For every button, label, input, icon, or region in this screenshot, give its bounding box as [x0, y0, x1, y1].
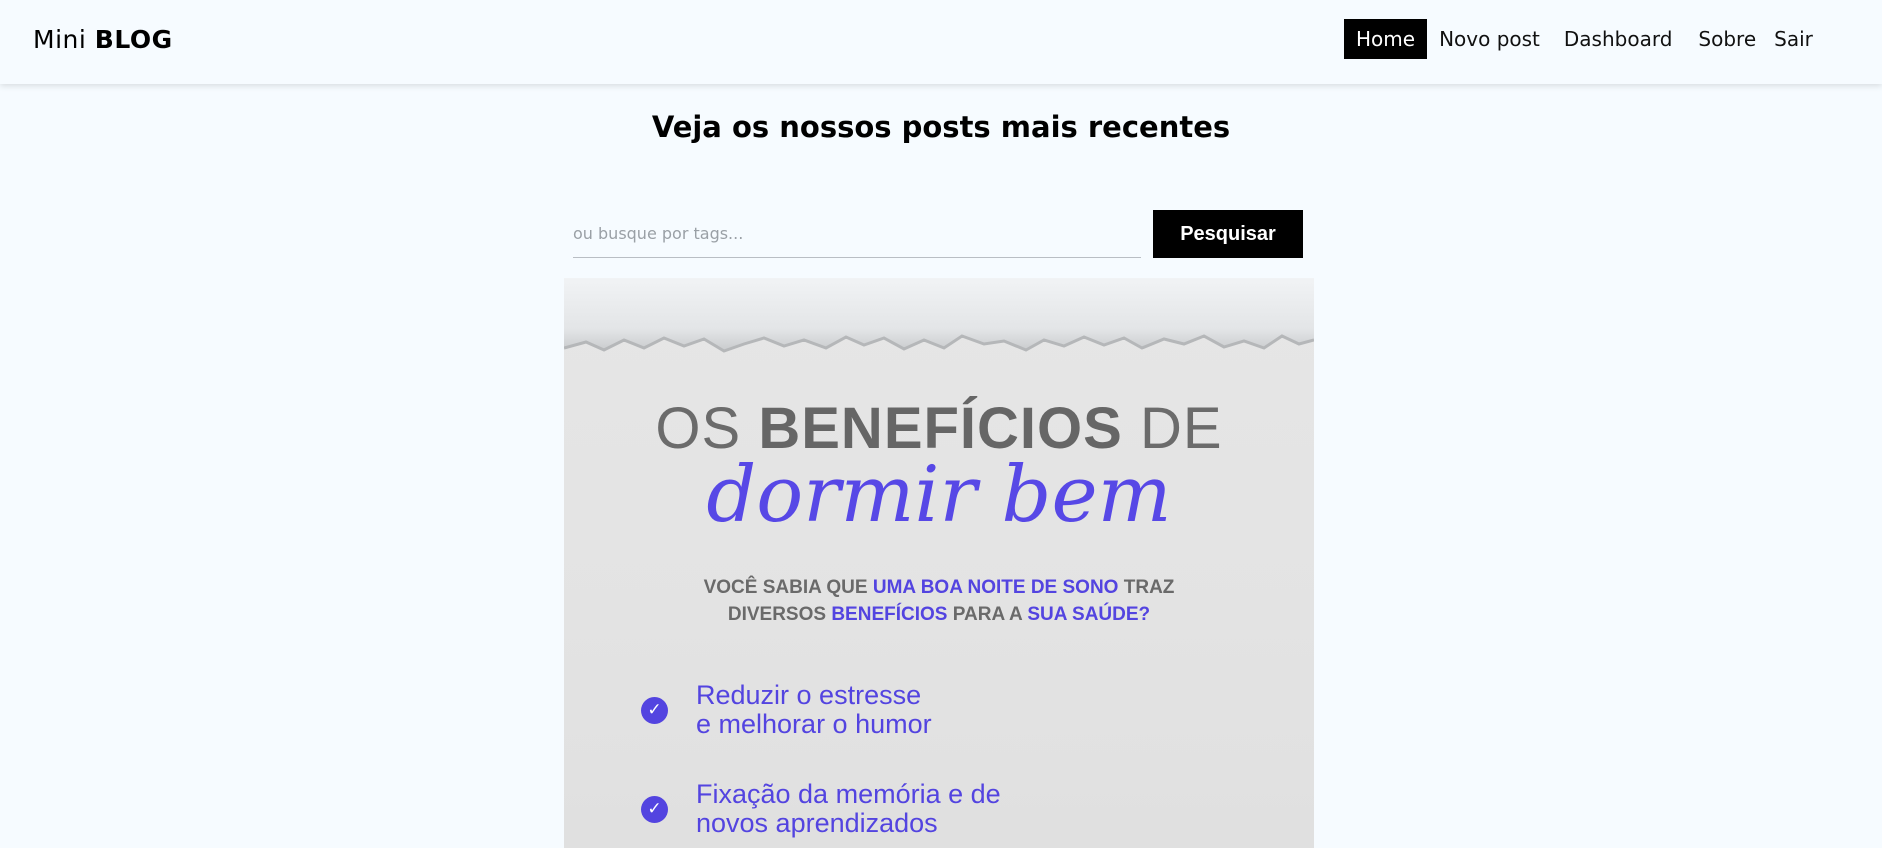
q-part-1: VOCÊ SABIA QUE — [703, 577, 868, 598]
q-part-2: UMA BOA NOITE DE SONO — [872, 577, 1119, 598]
search-input[interactable] — [573, 210, 1141, 258]
nav-sair[interactable]: Sair — [1768, 19, 1825, 59]
q-part-4: DIVERSOS — [727, 604, 827, 625]
page-title: Veja os nossos posts mais recentes — [651, 110, 1231, 144]
nav-dashboard[interactable]: Dashboard — [1552, 19, 1685, 59]
benefit-text: Reduzir o estresse e melhorar o humor — [696, 681, 932, 739]
nav-sobre[interactable]: Sobre — [1686, 19, 1768, 59]
q-part-3: TRAZ — [1123, 577, 1175, 598]
check-circle-icon: ✓ — [641, 795, 668, 823]
main-nav: Home Novo post Dashboard Sobre Sair — [1344, 19, 1825, 59]
image-script-title: dormir bem — [706, 450, 1172, 540]
nav-home[interactable]: Home — [1344, 19, 1428, 59]
brand-bold: BLOG — [94, 25, 173, 54]
brand-regular: Mini — [33, 25, 87, 54]
benefit-line-1: Reduzir o estresse — [696, 680, 922, 710]
torn-paper-decoration — [564, 278, 1314, 353]
q-part-5: BENEFÍCIOS — [831, 604, 948, 625]
benefit-item: ✓ Reduzir o estresse e melhorar o humor — [641, 681, 932, 739]
benefit-item: ✓ Fixação da memória e de novos aprendiz… — [641, 780, 1001, 838]
search-form: Pesquisar — [573, 210, 1303, 258]
benefit-line-2: e melhorar o humor — [696, 709, 932, 739]
navbar: Mini BLOG Home Novo post Dashboard Sobre… — [0, 0, 1882, 84]
image-question: VOCÊ SABIA QUE UMA BOA NOITE DE SONO TRA… — [564, 574, 1314, 628]
post-image: OS BENEFÍCIOS DE dormir bem VOCÊ SABIA Q… — [564, 278, 1314, 848]
check-circle-icon: ✓ — [641, 696, 668, 724]
q-part-6: PARA A — [952, 604, 1023, 625]
benefit-text: Fixação da memória e de novos aprendizad… — [696, 780, 1001, 838]
nav-novo-post[interactable]: Novo post — [1427, 19, 1552, 59]
benefit-line-2: novos aprendizados — [696, 808, 938, 838]
brand-logo[interactable]: Mini BLOG — [33, 24, 173, 56]
q-part-7: SUA SAÚDE? — [1027, 604, 1151, 625]
search-button[interactable]: Pesquisar — [1153, 210, 1303, 258]
benefit-line-1: Fixação da memória e de — [696, 779, 1001, 809]
